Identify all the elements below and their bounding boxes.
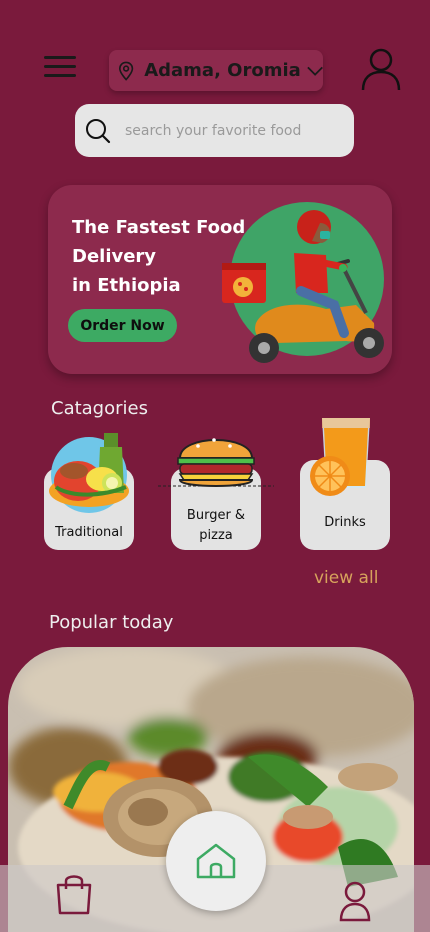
shopping-bag-icon[interactable]: [54, 871, 94, 915]
popular-heading: Popular today: [49, 612, 174, 633]
delivery-scooter-illustration: [222, 202, 384, 363]
promo-banner: The Fastest Food Delivery in Ethiopia Or…: [48, 185, 392, 374]
search-icon: [86, 118, 111, 143]
search-input[interactable]: [125, 122, 325, 139]
category-label: Traditional: [55, 525, 123, 540]
location-selector[interactable]: Adama, Oromia: [109, 50, 323, 91]
order-now-button[interactable]: Order Now: [68, 309, 177, 342]
categories-heading: Catagories: [51, 398, 148, 419]
home-button[interactable]: [166, 811, 266, 911]
home-icon: [196, 843, 236, 879]
chevron-down-icon: [307, 66, 323, 76]
orange-juice-icon: [310, 418, 370, 496]
traditional-food-icon: [49, 433, 129, 513]
search-bar[interactable]: [75, 104, 354, 157]
profile-icon[interactable]: [360, 47, 402, 91]
hamburger-menu-icon[interactable]: [44, 56, 76, 78]
location-label: Adama, Oromia: [144, 60, 301, 81]
view-all-link[interactable]: view all: [314, 568, 378, 588]
user-icon[interactable]: [338, 880, 372, 922]
location-pin-icon: [118, 61, 134, 81]
burger-icon: [158, 438, 274, 487]
category-label: Burger & pizza: [186, 508, 246, 543]
category-label: Drinks: [324, 515, 366, 530]
